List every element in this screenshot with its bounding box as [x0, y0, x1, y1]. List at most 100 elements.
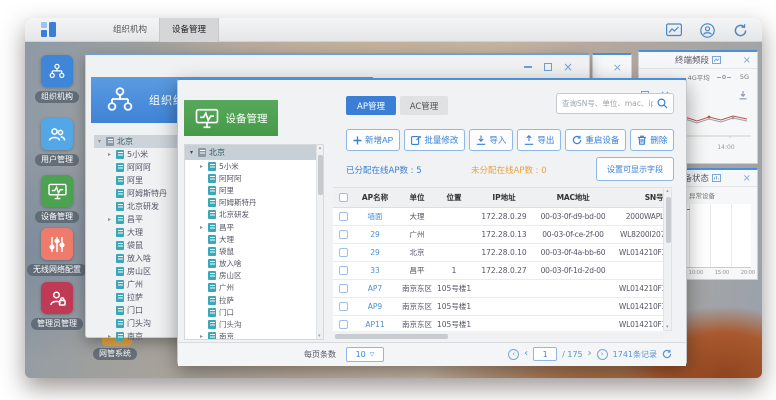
- col-location[interactable]: 位置: [437, 192, 471, 203]
- tree-item[interactable]: ▸ 阿里: [185, 184, 323, 196]
- row-checkbox[interactable]: [339, 284, 348, 293]
- table-horizontal-scrollbar[interactable]: [333, 333, 663, 340]
- col-sn[interactable]: SN号: [609, 192, 663, 203]
- delete-button[interactable]: 删除: [630, 129, 674, 151]
- tree-item[interactable]: ▸ 阿姆斯特丹: [185, 197, 323, 209]
- ap-name-link[interactable]: 33: [353, 266, 397, 275]
- search-box[interactable]: [556, 93, 674, 114]
- batch-edit-button[interactable]: 批量修改: [404, 129, 465, 151]
- reload-icon[interactable]: [662, 349, 672, 359]
- close-icon[interactable]: ×: [743, 55, 751, 66]
- tree-item[interactable]: ▸ 大理: [185, 233, 323, 245]
- total-pages-label: / 175: [562, 350, 583, 359]
- row-checkbox[interactable]: [339, 320, 348, 329]
- current-page-input[interactable]: 1: [533, 347, 557, 361]
- table-vertical-scrollbar[interactable]: ▴▾: [663, 187, 672, 331]
- tree-item[interactable]: ▸ 袋鼠: [185, 245, 323, 257]
- restart-device-button[interactable]: 重启设备: [565, 129, 626, 151]
- user-account-icon[interactable]: [700, 23, 715, 38]
- prev-page-button[interactable]: ‹: [524, 349, 528, 359]
- tab-ap-management[interactable]: AP管理: [346, 96, 396, 115]
- col-ip[interactable]: IP地址: [471, 192, 537, 203]
- tree-item[interactable]: ▸ 昌平: [185, 221, 323, 233]
- sidebar-item-admins[interactable]: 管理员管理: [40, 282, 74, 314]
- table-row[interactable]: 墙面 大理 172.28.0.29 00-03-0f-d9-bd-00 2000…: [333, 208, 663, 226]
- table-row[interactable]: AP7 南京东区 105号楼14 WL014210F328000: [333, 280, 663, 298]
- row-checkbox[interactable]: [339, 266, 348, 275]
- tree-item[interactable]: ▸ 5小米: [185, 160, 323, 172]
- search-icon[interactable]: [657, 98, 668, 109]
- expand-caret-icon[interactable]: ▸: [106, 151, 113, 158]
- tree-item[interactable]: ▸ 房山区: [185, 270, 323, 282]
- ap-name-link[interactable]: 29: [353, 248, 397, 257]
- close-icon[interactable]: ×: [613, 61, 622, 74]
- table-row[interactable]: AP9 南京东区 105号楼16 WL014210F328000: [333, 298, 663, 316]
- expand-caret-icon[interactable]: ▸: [198, 224, 205, 231]
- next-page-button[interactable]: ›: [588, 349, 592, 359]
- mini-chart-icon[interactable]: [712, 174, 721, 182]
- tree-item[interactable]: ▸ 门头沟: [185, 318, 323, 330]
- tree-item[interactable]: ▸ 阿阿阿: [185, 172, 323, 184]
- ap-name-link[interactable]: 29: [353, 230, 397, 239]
- expand-caret-icon[interactable]: ▸: [198, 333, 205, 340]
- row-checkbox[interactable]: [339, 302, 348, 311]
- ap-name-link[interactable]: AP11: [353, 320, 397, 329]
- row-checkbox[interactable]: [339, 212, 348, 221]
- tree-root[interactable]: ▾ 北京: [185, 145, 323, 160]
- table-row[interactable]: AP11 南京东区 105号楼18 WL014210F328000: [333, 316, 663, 331]
- tree-item-label: 南京: [127, 331, 143, 342]
- expand-caret-icon[interactable]: ▸: [106, 333, 113, 340]
- table-row[interactable]: 29 广州 172.28.0.13 00-03-0f-ce-2f-00 WL82…: [333, 226, 663, 244]
- ap-name-link[interactable]: 墙面: [353, 211, 397, 222]
- col-mac[interactable]: MAC地址: [537, 192, 609, 203]
- sidebar-item-devices[interactable]: 设备管理: [40, 175, 74, 207]
- tree-item[interactable]: ▸ 北京研发: [185, 209, 323, 221]
- refresh-icon[interactable]: [733, 23, 748, 38]
- maximize-button[interactable]: [541, 60, 555, 73]
- org-node-icon: [208, 162, 216, 171]
- sidebar-item-org[interactable]: 组织机构: [40, 55, 74, 87]
- col-ap-name[interactable]: AP名称: [353, 192, 397, 203]
- tab-org-structure[interactable]: 组织机构: [101, 18, 159, 42]
- org-node-icon: [116, 228, 124, 237]
- add-ap-button[interactable]: 新增AP: [346, 129, 400, 151]
- sidebar-item-users[interactable]: 用户管理: [40, 118, 74, 150]
- collapse-caret-icon[interactable]: ▾: [96, 138, 103, 145]
- minimize-button[interactable]: [521, 60, 535, 73]
- table-row[interactable]: 29 北京 172.28.0.10 00-03-0f-4a-bb-60 WL01…: [333, 244, 663, 262]
- cell-mac: 00-03-0f-d9-bd-00: [537, 212, 609, 221]
- tree-item[interactable]: ▸ 拉萨: [185, 294, 323, 306]
- search-input[interactable]: [562, 99, 653, 108]
- tree-item[interactable]: ▸ 门口: [185, 306, 323, 318]
- col-unit[interactable]: 单位: [397, 192, 437, 203]
- tab-ac-management[interactable]: AC管理: [400, 96, 448, 115]
- row-checkbox[interactable]: [339, 230, 348, 239]
- expand-caret-icon[interactable]: ▸: [106, 216, 113, 223]
- close-button[interactable]: ×: [561, 60, 575, 73]
- tree-item[interactable]: ▸ 放入啥: [185, 258, 323, 270]
- ap-name-link[interactable]: AP7: [353, 284, 397, 293]
- import-button[interactable]: 导入: [469, 129, 513, 151]
- collapse-caret-icon[interactable]: ▾: [188, 149, 195, 156]
- select-all-checkbox[interactable]: [339, 193, 348, 202]
- tab-device-management[interactable]: 设备管理: [159, 18, 219, 42]
- tree-scrollbar[interactable]: ▴▾: [316, 145, 323, 339]
- chart-icon[interactable]: [666, 23, 682, 37]
- expand-caret-icon[interactable]: ▸: [198, 163, 205, 170]
- tree-item[interactable]: ▸ 广州: [185, 282, 323, 294]
- page-size-select[interactable]: 10 ▽: [346, 347, 384, 362]
- ap-name-link[interactable]: AP9: [353, 302, 397, 311]
- mini-chart-icon[interactable]: [712, 56, 721, 64]
- sidebar-item-wireless-config[interactable]: 无线网络配置: [40, 228, 74, 260]
- download-icon[interactable]: [738, 90, 748, 100]
- configure-fields-button[interactable]: 设置可显示字段: [596, 157, 674, 181]
- first-page-button[interactable]: ‹: [508, 349, 519, 360]
- tree-item-label: 5小米: [219, 161, 239, 172]
- row-checkbox[interactable]: [339, 248, 348, 257]
- table-row[interactable]: 33 昌平 1 172.28.0.27 00-03-0f-1d-2d-00: [333, 262, 663, 280]
- x-tick: 14:00: [717, 144, 734, 151]
- export-button[interactable]: 导出: [517, 129, 561, 151]
- close-icon[interactable]: ×: [743, 173, 751, 184]
- last-page-button[interactable]: ›: [597, 349, 608, 360]
- tree-item[interactable]: ▸ 南京: [185, 331, 323, 340]
